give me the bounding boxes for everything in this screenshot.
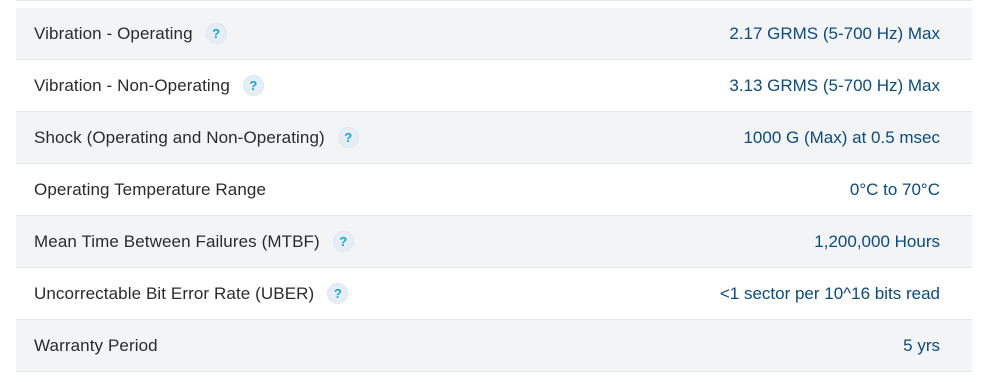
spec-value: 2.17 GRMS (5-700 Hz) Max [729, 23, 940, 43]
spec-value: 1,200,000 Hours [814, 231, 940, 251]
spec-label: Vibration - Operating [34, 23, 193, 43]
spec-value: 0°C to 70°C [849, 179, 940, 199]
spec-value: 3.13 GRMS (5-700 Hz) Max [729, 75, 940, 95]
top-divider [16, 0, 972, 1]
spec-label: Mean Time Between Failures (MTBF) [34, 231, 320, 251]
spec-label-group: Vibration - Operating ? [34, 23, 227, 44]
spec-row-vibration-non-operating: Vibration - Non-Operating ? 3.13 GRMS (5… [16, 60, 972, 112]
help-icon[interactable]: ? [332, 231, 354, 252]
spec-label: Vibration - Non-Operating [34, 75, 230, 95]
spec-row-mtbf: Mean Time Between Failures (MTBF) ? 1,20… [16, 216, 972, 268]
spec-rows: Vibration - Operating ? 2.17 GRMS (5-700… [16, 8, 972, 372]
specifications-table: Vibration - Operating ? 2.17 GRMS (5-700… [0, 0, 988, 382]
spec-row-uber: Uncorrectable Bit Error Rate (UBER) ? <1… [16, 268, 972, 320]
help-icon[interactable]: ? [242, 75, 264, 96]
spec-row-shock: Shock (Operating and Non-Operating) ? 10… [16, 112, 972, 164]
spec-label: Warranty Period [34, 335, 158, 355]
spec-value: 1000 G (Max) at 0.5 msec [743, 127, 940, 147]
spec-value: 5 yrs [903, 335, 940, 355]
spec-value: <1 sector per 10^16 bits read [719, 283, 940, 303]
help-glyph: ? [333, 286, 342, 301]
help-icon[interactable]: ? [337, 127, 359, 148]
spec-label-group: Vibration - Non-Operating ? [34, 75, 264, 96]
spec-label-group: Shock (Operating and Non-Operating) ? [34, 127, 359, 148]
spec-label-group: Uncorrectable Bit Error Rate (UBER) ? [34, 283, 349, 304]
spec-row-warranty-period: Warranty Period 5 yrs [16, 320, 972, 372]
help-glyph: ? [212, 26, 221, 41]
spec-row-operating-temperature: Operating Temperature Range 0°C to 70°C [16, 164, 972, 216]
spec-label-group: Operating Temperature Range [34, 180, 266, 200]
spec-label: Shock (Operating and Non-Operating) [34, 127, 325, 147]
help-glyph: ? [249, 78, 258, 93]
spec-label: Operating Temperature Range [34, 179, 267, 199]
spec-row-vibration-operating: Vibration - Operating ? 2.17 GRMS (5-700… [16, 8, 972, 60]
help-icon[interactable]: ? [327, 283, 349, 304]
help-glyph: ? [344, 130, 353, 145]
help-icon[interactable]: ? [205, 23, 227, 44]
spec-label-group: Mean Time Between Failures (MTBF) ? [34, 231, 354, 252]
help-glyph: ? [339, 234, 348, 249]
spec-label: Uncorrectable Bit Error Rate (UBER) [34, 283, 315, 303]
spec-label-group: Warranty Period [34, 336, 158, 356]
